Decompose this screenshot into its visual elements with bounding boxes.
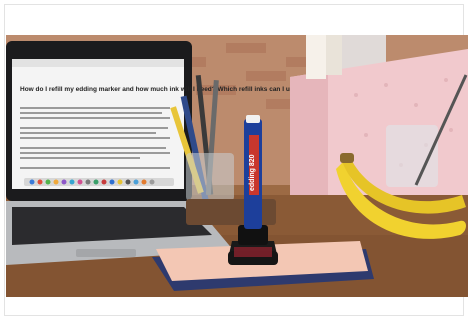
wooden-tray bbox=[186, 199, 276, 225]
laptop-screen bbox=[12, 59, 184, 189]
edding-marker: edding 820 bbox=[244, 115, 262, 229]
product-photo: How do I refill my edding marker and how… bbox=[6, 35, 468, 297]
photo-scene: How do I refill my edding marker and how… bbox=[6, 35, 468, 297]
marker-label: edding 820 bbox=[249, 154, 256, 191]
screen-heading: How do I refill my edding marker and how… bbox=[20, 86, 301, 93]
